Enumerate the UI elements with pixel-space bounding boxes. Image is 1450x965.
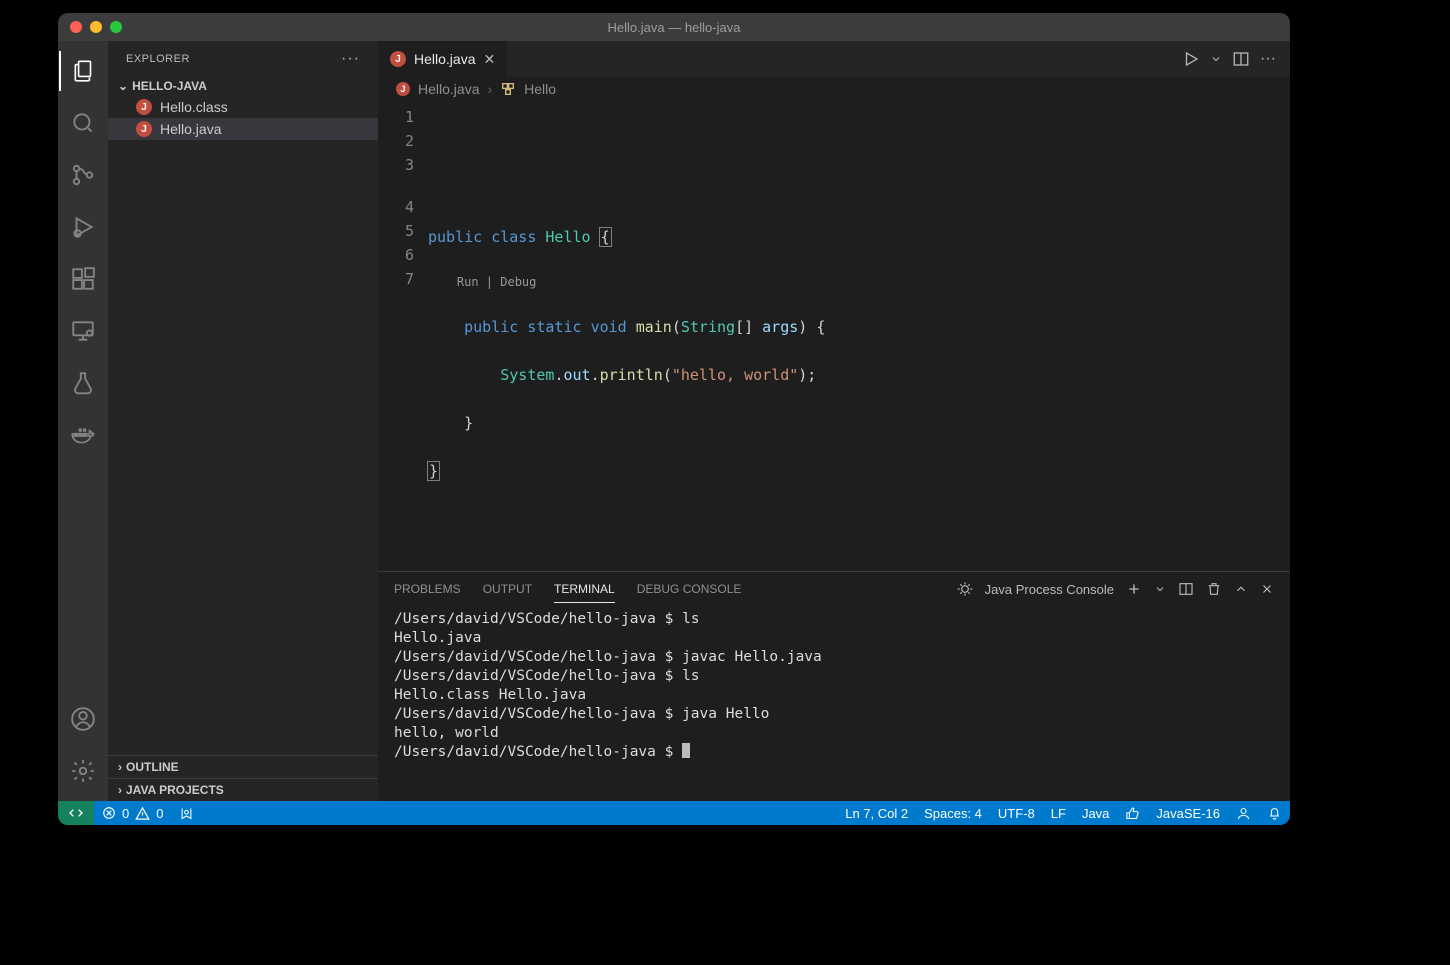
- file-tree: J Hello.class J Hello.java: [108, 96, 378, 755]
- folder-name: HELLO-JAVA: [132, 79, 207, 93]
- accounts-activity[interactable]: [59, 699, 107, 739]
- chevron-right-icon: ›: [118, 760, 122, 774]
- chevron-right-icon: ›: [118, 783, 122, 797]
- chevron-down-icon[interactable]: [1154, 583, 1166, 595]
- status-problems[interactable]: 0 0: [94, 801, 171, 825]
- file-tree-item[interactable]: J Hello.java: [108, 118, 378, 140]
- maximize-panel-icon[interactable]: [1234, 582, 1248, 596]
- settings-activity[interactable]: [59, 751, 107, 791]
- vscode-window: Hello.java — hello-java: [58, 13, 1290, 825]
- breadcrumb-symbol[interactable]: Hello: [524, 81, 556, 97]
- run-icon[interactable]: [1182, 50, 1200, 68]
- close-panel-icon[interactable]: [1260, 582, 1274, 596]
- close-window-button[interactable]: [70, 21, 82, 33]
- window-title: Hello.java — hello-java: [608, 20, 741, 35]
- error-count: 0: [122, 806, 129, 821]
- status-bar: 0 0 Ln 7, Col 2 Spaces: 4 UTF-8 LF Java …: [58, 801, 1290, 825]
- sidebar-title: EXPLORER: [126, 53, 190, 65]
- status-cursor[interactable]: Ln 7, Col 2: [837, 801, 916, 825]
- new-terminal-icon[interactable]: [1126, 581, 1142, 597]
- status-thumbs-icon[interactable]: [1117, 801, 1148, 825]
- code-body[interactable]: public class Hello { Run | Debug public …: [428, 101, 1290, 571]
- titlebar[interactable]: Hello.java — hello-java: [58, 13, 1290, 41]
- explorer-activity[interactable]: [59, 51, 107, 91]
- warning-count: 0: [156, 806, 163, 821]
- terminal-cursor: [682, 743, 690, 758]
- status-eol[interactable]: LF: [1043, 801, 1074, 825]
- source-control-activity[interactable]: [59, 155, 107, 195]
- status-bell-icon[interactable]: [1259, 801, 1290, 825]
- java-file-icon: J: [136, 121, 152, 137]
- java-file-icon: J: [390, 51, 406, 67]
- java-projects-label: JAVA PROJECTS: [126, 783, 224, 797]
- status-indentation[interactable]: Spaces: 4: [916, 801, 990, 825]
- editor-area: J Hello.java ✕ ··· J Hello.java › Hello: [378, 41, 1290, 801]
- split-editor-icon[interactable]: [1232, 50, 1250, 68]
- panel-tab-debug[interactable]: DEBUG CONSOLE: [637, 576, 742, 602]
- split-terminal-icon[interactable]: [1178, 581, 1194, 597]
- panel-tab-output[interactable]: OUTPUT: [483, 576, 532, 602]
- extensions-activity[interactable]: [59, 259, 107, 299]
- minimap[interactable]: [1230, 101, 1290, 571]
- remote-explorer-activity[interactable]: [59, 311, 107, 351]
- java-file-icon: J: [136, 99, 152, 115]
- java-file-icon: J: [396, 82, 410, 96]
- codelens[interactable]: Run | Debug: [428, 273, 1290, 291]
- more-icon[interactable]: ···: [1260, 50, 1276, 68]
- tab-label: Hello.java: [414, 51, 475, 67]
- chevron-down-icon: ⌄: [118, 79, 128, 93]
- file-name: Hello.java: [160, 121, 221, 137]
- breadcrumb[interactable]: J Hello.java › Hello: [378, 77, 1290, 101]
- minimize-window-button[interactable]: [90, 21, 102, 33]
- file-name: Hello.class: [160, 99, 228, 115]
- close-tab-icon[interactable]: ✕: [483, 51, 495, 68]
- status-language[interactable]: Java: [1074, 801, 1117, 825]
- sidebar-header: EXPLORER ···: [108, 41, 378, 76]
- breadcrumb-file[interactable]: Hello.java: [418, 81, 479, 97]
- code-editor[interactable]: 1 2 3 4 5 6 7 public class Hello { Run |…: [378, 101, 1290, 571]
- panel-tab-terminal[interactable]: TERMINAL: [554, 576, 615, 603]
- status-feedback-icon[interactable]: [1228, 801, 1259, 825]
- zoom-window-button[interactable]: [110, 21, 122, 33]
- outline-label: OUTLINE: [126, 760, 179, 774]
- remote-indicator[interactable]: [58, 801, 94, 825]
- line-gutter: 1 2 3 4 5 6 7: [378, 101, 428, 571]
- java-projects-section[interactable]: › JAVA PROJECTS: [108, 778, 378, 801]
- terminal-process-label[interactable]: Java Process Console: [985, 582, 1114, 597]
- testing-activity[interactable]: [59, 363, 107, 403]
- editor-actions: ···: [1182, 41, 1290, 77]
- status-encoding[interactable]: UTF-8: [990, 801, 1043, 825]
- status-jdk[interactable]: JavaSE-16: [1148, 801, 1228, 825]
- status-java-ready[interactable]: [171, 801, 202, 825]
- sidebar-more-icon[interactable]: ···: [341, 50, 360, 68]
- terminal-body[interactable]: /Users/david/VSCode/hello-java $ ls Hell…: [378, 606, 1290, 801]
- run-debug-activity[interactable]: [59, 207, 107, 247]
- debug-process-icon[interactable]: [957, 581, 973, 597]
- kill-terminal-icon[interactable]: [1206, 581, 1222, 597]
- traffic-lights: [70, 21, 122, 33]
- folder-header[interactable]: ⌄ HELLO-JAVA: [108, 76, 378, 96]
- activity-bar: [58, 41, 108, 801]
- file-tree-item[interactable]: J Hello.class: [108, 96, 378, 118]
- class-icon: [500, 81, 516, 97]
- panel: PROBLEMS OUTPUT TERMINAL DEBUG CONSOLE J…: [378, 571, 1290, 801]
- explorer-sidebar: EXPLORER ··· ⌄ HELLO-JAVA J Hello.class …: [108, 41, 378, 801]
- panel-tab-problems[interactable]: PROBLEMS: [394, 576, 461, 602]
- search-activity[interactable]: [59, 103, 107, 143]
- docker-activity[interactable]: [59, 415, 107, 455]
- chevron-down-icon[interactable]: [1210, 53, 1222, 65]
- chevron-right-icon: ›: [487, 81, 492, 97]
- editor-tab[interactable]: J Hello.java ✕: [378, 41, 508, 77]
- outline-section[interactable]: › OUTLINE: [108, 755, 378, 778]
- panel-tabs: PROBLEMS OUTPUT TERMINAL DEBUG CONSOLE J…: [378, 572, 1290, 606]
- tabs-bar: J Hello.java ✕ ···: [378, 41, 1290, 77]
